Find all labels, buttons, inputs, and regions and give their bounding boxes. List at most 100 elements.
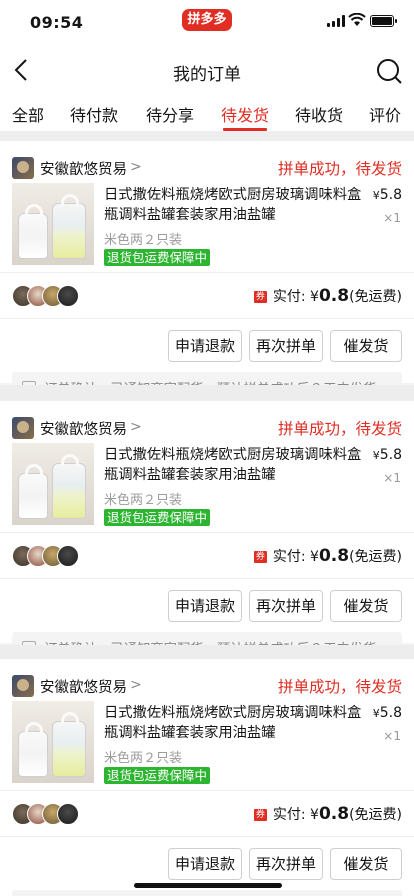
reorder-button[interactable]: 再次拼单 <box>249 590 323 622</box>
tab-all[interactable]: 全部 <box>12 102 44 126</box>
tab-pending-payment[interactable]: 待付款 <box>70 102 118 126</box>
request-refund-button[interactable]: 申请退款 <box>168 848 242 880</box>
jar-graphic <box>52 454 86 519</box>
unit-price: ¥5.8 <box>373 705 402 721</box>
shop-name[interactable]: 安徽歆悠贸易 <box>40 418 127 439</box>
product-title[interactable]: 日式撒佐料瓶烧烤欧式厨房玻璃调味料盒瓶调料盐罐套装家用油盐罐 <box>104 445 366 487</box>
jar-graphic <box>18 204 48 259</box>
reorder-button[interactable]: 再次拼单 <box>249 330 323 362</box>
divider <box>0 318 414 319</box>
order-status: 拼单成功，待发货 <box>277 420 402 438</box>
cellular-signal-icon <box>327 15 345 27</box>
reorder-button[interactable]: 再次拼单 <box>249 848 323 880</box>
order-tabs: 全部 待付款 待分享 待发货 待收货 评价 <box>0 96 414 132</box>
paid-label: 实付: ¥ <box>272 289 319 305</box>
order-card: 安徽歆悠贸易 > 拼单成功，待发货 日式撒佐料瓶烧烤欧式厨房玻璃调味料盒瓶调料盐… <box>0 141 414 402</box>
shipping-note: (免运费) <box>349 549 402 565</box>
coupon-icon: 券 <box>253 291 267 303</box>
currency-symbol: ¥ <box>372 449 380 462</box>
divider <box>0 578 414 579</box>
product-image[interactable] <box>12 443 94 525</box>
paid-amount: 0.8 <box>318 546 350 566</box>
order-card: 安徽歆悠贸易 > 拼单成功，待发货 日式撒佐料瓶烧烤欧式厨房玻璃调味料盒瓶调料盐… <box>0 401 414 662</box>
coupon-icon: 券 <box>253 551 267 563</box>
price-value: 5.8 <box>379 705 402 721</box>
tab-reviews[interactable]: 评价 <box>369 102 401 126</box>
divider <box>0 790 414 791</box>
chevron-right-icon[interactable]: > <box>130 159 142 175</box>
shop-name[interactable]: 安徽歆悠贸易 <box>40 158 127 179</box>
quantity: ×1 <box>383 471 401 485</box>
payment-summary: 券实付: ¥0.8(免运费) <box>253 804 402 824</box>
section-gap <box>0 385 414 401</box>
shop-logo[interactable] <box>12 417 34 439</box>
quantity: ×1 <box>383 211 401 225</box>
search-icon[interactable] <box>374 56 404 86</box>
currency-symbol: ¥ <box>372 707 380 720</box>
currency-symbol: ¥ <box>372 189 380 202</box>
product-image[interactable] <box>12 701 94 783</box>
request-refund-button[interactable]: 申请退款 <box>168 590 242 622</box>
paid-label: 实付: ¥ <box>272 549 319 565</box>
home-indicator[interactable] <box>134 883 282 888</box>
product-spec: 米色两２只装 <box>104 493 183 508</box>
avatar <box>57 285 79 307</box>
shop-name[interactable]: 安徽歆悠贸易 <box>40 676 127 697</box>
wifi-icon <box>348 13 366 26</box>
section-gap <box>0 132 414 141</box>
tab-pending-share[interactable]: 待分享 <box>146 102 194 126</box>
order-status: 拼单成功，待发货 <box>277 678 402 696</box>
product-spec: 米色两２只装 <box>104 751 183 766</box>
battery-icon <box>370 15 397 27</box>
urge-shipment-button[interactable]: 催发货 <box>330 590 402 622</box>
paid-amount: 0.8 <box>318 804 350 824</box>
jar-graphic <box>52 712 86 777</box>
shipping-note: (免运费) <box>349 289 402 305</box>
order-card: 安徽歆悠贸易 > 拼单成功，待发货 日式撒佐料瓶烧烤欧式厨房玻璃调味料盒瓶调料盐… <box>0 659 414 896</box>
price-value: 5.8 <box>379 187 402 203</box>
jar-graphic <box>18 722 48 777</box>
urge-shipment-button[interactable]: 催发货 <box>330 848 402 880</box>
product-title[interactable]: 日式撒佐料瓶烧烤欧式厨房玻璃调味料盒瓶调料盐罐套装家用油盐罐 <box>104 185 366 227</box>
app-brand-badge: 拼多多 <box>182 9 232 31</box>
divider <box>0 272 414 273</box>
tab-pending-shipment[interactable]: 待发货 <box>221 102 269 126</box>
chevron-right-icon[interactable]: > <box>130 677 142 693</box>
paid-label: 实付: ¥ <box>272 807 319 823</box>
jar-graphic <box>52 194 86 259</box>
nav-bar: 我的订单 <box>0 44 414 96</box>
shipping-notice[interactable]: 订单确认，已通知商家配货，预计拼单成功后２天内发货 <box>12 890 402 896</box>
request-refund-button[interactable]: 申请退款 <box>168 330 242 362</box>
payment-summary: 券实付: ¥0.8(免运费) <box>253 546 402 566</box>
active-tab-indicator <box>223 128 267 131</box>
status-bar: 09:54 拼多多 <box>0 0 414 44</box>
return-shipping-guarantee-badge: 退货包运费保障中 <box>104 767 211 784</box>
app-root: 09:54 拼多多 我的订单 全部 待付款 待分享 待发货 待收货 评价 安徽歆… <box>0 0 414 896</box>
price-value: 5.8 <box>379 447 402 463</box>
page-title: 我的订单 <box>173 65 241 85</box>
quantity: ×1 <box>383 729 401 743</box>
unit-price: ¥5.8 <box>373 187 402 203</box>
coupon-icon: 券 <box>253 809 267 821</box>
shop-logo[interactable] <box>12 157 34 179</box>
tab-pending-receipt[interactable]: 待收货 <box>295 102 343 126</box>
divider <box>0 836 414 837</box>
section-gap <box>0 645 414 659</box>
payment-summary: 券实付: ¥0.8(免运费) <box>253 286 402 306</box>
status-time: 09:54 <box>30 13 84 32</box>
return-shipping-guarantee-badge: 退货包运费保障中 <box>104 509 211 526</box>
product-title[interactable]: 日式撒佐料瓶烧烤欧式厨房玻璃调味料盒瓶调料盐罐套装家用油盐罐 <box>104 703 366 745</box>
shipping-note: (免运费) <box>349 807 402 823</box>
chevron-right-icon[interactable]: > <box>130 419 142 435</box>
product-spec: 米色两２只装 <box>104 233 183 248</box>
unit-price: ¥5.8 <box>373 447 402 463</box>
avatar <box>57 803 79 825</box>
divider <box>0 532 414 533</box>
paid-amount: 0.8 <box>318 286 350 306</box>
urge-shipment-button[interactable]: 催发货 <box>330 330 402 362</box>
jar-graphic <box>18 464 48 519</box>
product-image[interactable] <box>12 183 94 265</box>
return-shipping-guarantee-badge: 退货包运费保障中 <box>104 249 211 266</box>
shop-logo[interactable] <box>12 675 34 697</box>
order-status: 拼单成功，待发货 <box>277 160 402 178</box>
